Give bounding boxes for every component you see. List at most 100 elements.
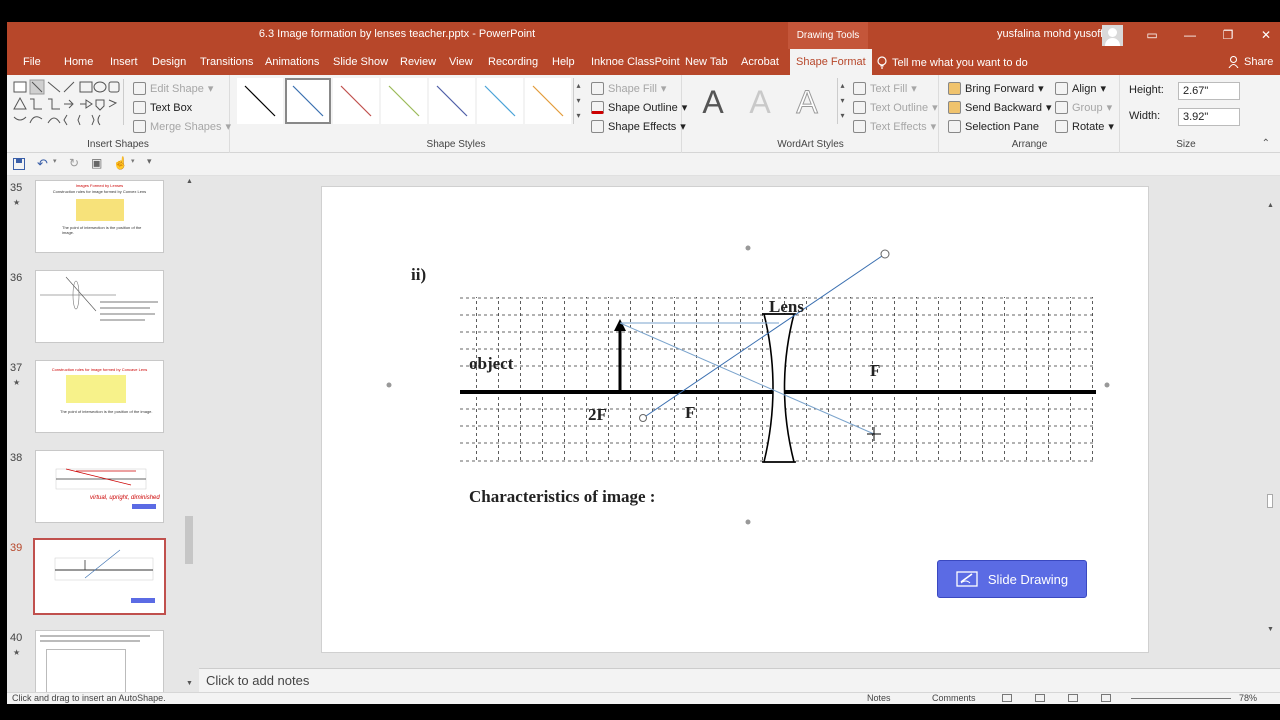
slide-thumbnail-37[interactable]: Construction rules for image formed by C… <box>35 360 164 433</box>
touch-mode-icon[interactable]: ☝ <box>113 156 128 170</box>
minimize-button[interactable]: — <box>1175 25 1205 45</box>
tell-me-search[interactable]: Tell me what you want to do <box>877 56 1028 69</box>
editor-scrollbar[interactable]: ▲ ▼ <box>1265 202 1275 652</box>
shape-style-blue-selected[interactable] <box>285 78 331 124</box>
slide-thumbnail-38[interactable]: virtual, upright, diminished <box>35 450 164 523</box>
redo-icon[interactable]: ↻ <box>69 156 79 170</box>
merge-shapes-button[interactable]: Merge Shapes ▾ <box>133 120 231 133</box>
thumb-diagram <box>40 276 158 321</box>
send-backward-button[interactable]: Send Backward ▾ <box>948 101 1052 114</box>
status-hint: Click and drag to insert an AutoShape. <box>12 693 166 703</box>
tab-recording[interactable]: Recording <box>488 56 538 68</box>
normal-view-icon[interactable] <box>1002 694 1012 702</box>
close-button[interactable]: ✕ <box>1251 25 1280 45</box>
slide-canvas[interactable]: ii) Lens object F 2F F Characteristics o… <box>321 186 1149 653</box>
edit-shape-button[interactable]: Edit Shape ▾ <box>133 82 213 95</box>
tab-acrobat[interactable]: Acrobat <box>741 56 779 68</box>
ribbon-display-options-icon[interactable]: ▭ <box>1137 25 1167 45</box>
tab-inknoe-classpoint[interactable]: Inknoe ClassPoint <box>591 56 680 68</box>
collapse-ribbon-icon[interactable]: ⌃ <box>1262 138 1270 149</box>
shapes-gallery[interactable] <box>12 79 120 129</box>
share-button[interactable]: Share <box>1228 56 1273 68</box>
shape-effects-button[interactable]: Shape Effects ▾ <box>591 120 686 133</box>
rotate-button[interactable]: Rotate ▾ <box>1055 120 1114 133</box>
tab-insert[interactable]: Insert <box>110 56 138 68</box>
text-box-button[interactable]: Text Box <box>133 101 192 114</box>
scroll-thumb[interactable] <box>185 516 193 564</box>
text-fill-button[interactable]: Text Fill ▾ <box>853 82 917 95</box>
shape-fill-label: Shape Fill <box>608 82 657 95</box>
reading-view-icon[interactable] <box>1068 694 1078 702</box>
maximize-button[interactable]: ❐ <box>1213 25 1243 45</box>
avatar[interactable] <box>1102 25 1123 46</box>
tab-animations[interactable]: Animations <box>265 56 319 68</box>
tab-file[interactable]: File <box>23 56 41 68</box>
wordart-more-button[interactable]: ▴ ▾ ▾ <box>837 78 847 124</box>
notes-pane[interactable]: Click to add notes <box>199 668 1280 692</box>
tab-transitions[interactable]: Transitions <box>200 56 253 68</box>
tab-home[interactable]: Home <box>64 56 93 68</box>
shape-style-black[interactable] <box>237 78 283 124</box>
wordart-style-light[interactable]: A <box>739 81 781 123</box>
user-name[interactable]: yusfalina mohd yusoff <box>997 28 1103 40</box>
shape-style-light-blue[interactable] <box>477 78 523 124</box>
notes-toggle-button[interactable]: Notes <box>867 693 891 703</box>
person-icon <box>1228 56 1239 68</box>
shape-style-indigo[interactable] <box>429 78 475 124</box>
shape-fill-button[interactable]: Shape Fill ▾ <box>591 82 666 95</box>
text-effects-icon <box>853 120 866 133</box>
thumbnails-scrollbar[interactable]: ▲ ▼ <box>183 176 195 692</box>
height-input[interactable]: 2.67" <box>1178 82 1240 100</box>
group-button[interactable]: Group ▾ <box>1055 101 1112 114</box>
slide-drawing-button[interactable]: Slide Drawing <box>937 560 1087 598</box>
scroll-down-icon[interactable]: ▼ <box>1267 626 1274 633</box>
align-label: Align <box>1072 82 1097 95</box>
shape-styles-more-button[interactable]: ▴ ▾ ▾ <box>573 78 583 124</box>
present-from-beginning-icon[interactable]: ▣ <box>91 156 102 170</box>
zoom-slider[interactable] <box>1131 698 1231 699</box>
bring-forward-button[interactable]: Bring Forward ▾ <box>948 82 1044 95</box>
ribbon-tabs: File Home Insert Design Transitions Anim… <box>7 49 1280 75</box>
tab-new-tab[interactable]: New Tab <box>685 56 728 68</box>
scroll-thumb[interactable] <box>1267 494 1273 508</box>
text-effects-button[interactable]: Text Effects ▾ <box>853 120 936 133</box>
selection-pane-button[interactable]: Selection Pane <box>948 120 1039 133</box>
slide-show-icon[interactable] <box>1101 694 1111 702</box>
undo-dropdown-icon[interactable]: ▾ <box>53 157 57 165</box>
undo-icon[interactable]: ↶ <box>37 156 48 172</box>
comments-button[interactable]: Comments <box>932 693 976 703</box>
tab-shape-format[interactable]: Shape Format <box>790 49 872 75</box>
wordart-style-outline[interactable]: A <box>786 81 828 123</box>
scroll-up-icon[interactable]: ▲ <box>186 178 193 185</box>
shape-style-green[interactable] <box>381 78 427 124</box>
edit-shape-label: Edit Shape <box>150 82 204 95</box>
tab-slide-show[interactable]: Slide Show <box>333 56 388 68</box>
slide-sorter-icon[interactable] <box>1035 694 1045 702</box>
tab-view[interactable]: View <box>449 56 473 68</box>
slide-thumbnail-36[interactable] <box>35 270 164 343</box>
shape-style-red[interactable] <box>333 78 379 124</box>
shapes-gallery-scroll[interactable] <box>123 79 131 125</box>
customize-qat-icon[interactable]: ▾ <box>147 156 152 167</box>
touch-mode-dropdown-icon[interactable]: ▾ <box>131 157 135 165</box>
thumb-number: 37 <box>10 362 23 374</box>
slide-thumbnail-39-selected[interactable] <box>33 538 166 615</box>
shape-style-orange[interactable] <box>525 78 571 124</box>
scroll-down-icon[interactable]: ▼ <box>186 680 193 687</box>
save-icon[interactable] <box>13 158 25 170</box>
slide-thumbnail-40[interactable] <box>35 630 164 692</box>
text-outline-button[interactable]: Text Outline ▾ <box>853 101 938 114</box>
align-button[interactable]: Align ▾ <box>1055 82 1106 95</box>
width-label: Width: <box>1129 110 1161 122</box>
shape-outline-button[interactable]: Shape Outline ▾ <box>591 101 687 114</box>
width-input[interactable]: 3.92" <box>1178 108 1240 126</box>
slide-thumbnail-35[interactable]: Images Formed by Lenses Construction rul… <box>35 180 164 253</box>
scroll-up-icon[interactable]: ▲ <box>1267 202 1274 209</box>
tab-review[interactable]: Review <box>400 56 436 68</box>
tab-design[interactable]: Design <box>152 56 186 68</box>
zoom-level[interactable]: 78% <box>1239 693 1257 703</box>
wordart-style-dark[interactable]: A <box>692 81 734 123</box>
send-backward-icon <box>948 101 961 114</box>
tab-help[interactable]: Help <box>552 56 575 68</box>
text-effects-label: Text Effects <box>870 120 927 133</box>
